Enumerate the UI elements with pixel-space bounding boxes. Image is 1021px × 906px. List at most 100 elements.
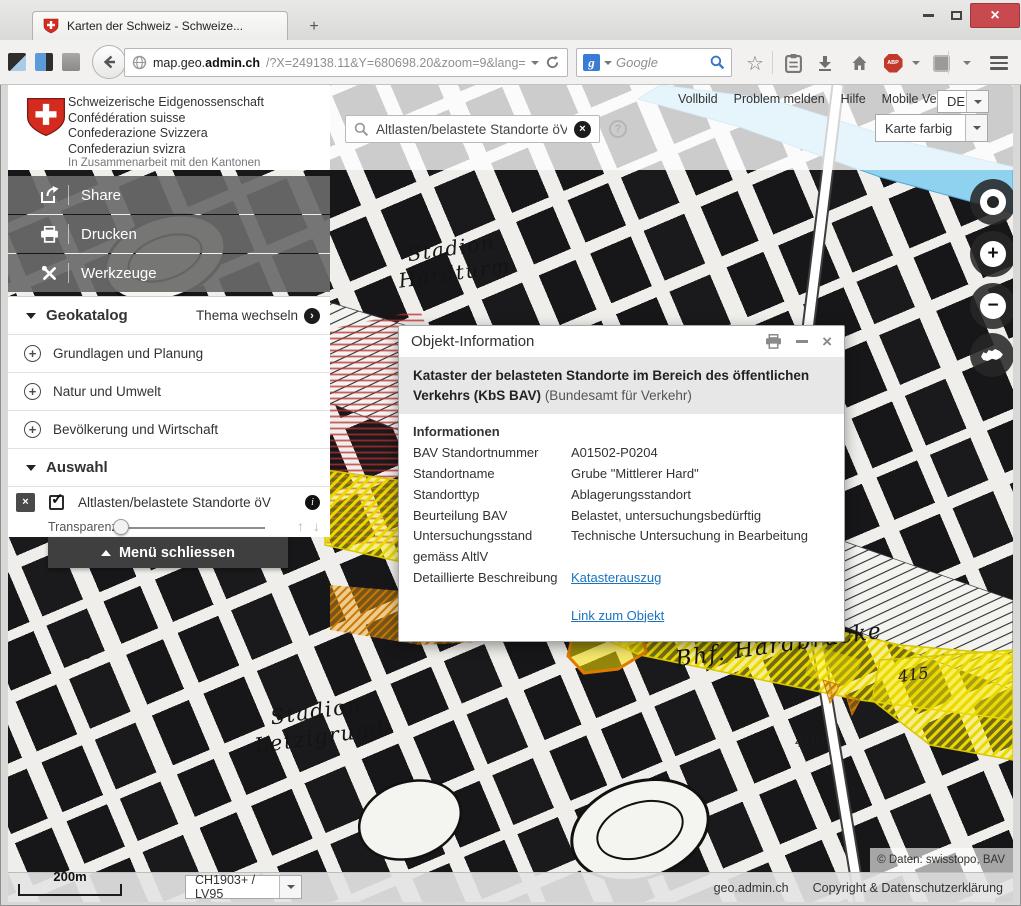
minimize-button[interactable]	[917, 6, 939, 24]
reload-icon[interactable]	[545, 55, 560, 70]
zoom-out-button[interactable]: −	[970, 283, 1013, 329]
maximize-button[interactable]	[945, 6, 967, 24]
scale-bracket	[18, 884, 122, 896]
logo-line-de: Schweizerische Eidgenossenschaft	[68, 95, 264, 111]
object-info-popup: Objekt-Information × Kataster der belast…	[398, 325, 845, 642]
menu-hamburger-icon[interactable]	[986, 50, 1012, 76]
minimize-icon	[923, 14, 934, 17]
search-engine-icon[interactable]: g	[583, 54, 600, 71]
close-icon: ×	[990, 7, 999, 25]
scale-label: 200m	[18, 869, 122, 884]
map-style-value: Karte farbig	[876, 121, 965, 136]
link-hilfe[interactable]: Hilfe	[841, 92, 866, 106]
link-problem-melden[interactable]: Problem melden	[734, 92, 825, 106]
new-tab-button[interactable]: +	[300, 15, 328, 38]
scale-bar: 200m	[18, 869, 122, 896]
projection-select[interactable]: CH1903+ / LV95	[185, 875, 302, 899]
transparency-slider-track[interactable]	[120, 527, 265, 529]
home-icon[interactable]	[846, 50, 872, 76]
triangle-down-icon	[26, 313, 36, 324]
url-bar[interactable]: map.geo.admin.ch /?X=249138.11&Y=680698.…	[124, 48, 568, 77]
logo-line-it: Confederazione Svizzera	[68, 126, 264, 142]
katasterauszug-link[interactable]: Katasterauszug	[571, 568, 830, 589]
map-viewport[interactable]: StadionHardturm Bhf. Hardbrücke StadionL…	[8, 85, 1013, 902]
help-icon[interactable]: ?	[609, 120, 627, 138]
chevron-circle-icon: ›	[304, 308, 320, 324]
expand-plus-icon[interactable]: +	[24, 421, 41, 438]
close-menu-button[interactable]: Menü schliessen	[48, 537, 288, 568]
popup-header[interactable]: Objekt-Information ×	[399, 326, 844, 357]
footer-site-link[interactable]: geo.admin.ch	[714, 881, 789, 895]
sidebar-item-drucken[interactable]: Drucken	[8, 215, 330, 253]
catalog-item-natur[interactable]: + Natur und Umwelt	[8, 373, 330, 411]
clear-search-icon[interactable]: ×	[574, 121, 591, 138]
footer-copyright-link[interactable]: Copyright & Datenschutzerklärung	[813, 881, 1003, 895]
quick-launch-icon-1[interactable]	[8, 53, 26, 71]
link-vollbild[interactable]: Vollbild	[678, 92, 718, 106]
sidebar-item-share[interactable]: Share	[8, 176, 330, 214]
auswahl-header[interactable]: Auswahl	[8, 449, 330, 487]
cooperation-note: In Zusammenarbeit mit den Kantonen	[68, 157, 260, 169]
geokatalog-header[interactable]: Geokatalog Thema wechseln ›	[8, 297, 330, 335]
plus-icon: +	[980, 241, 1006, 267]
dataset-source: (Bundesamt für Verkehr)	[545, 388, 692, 403]
search-engine-dropdown-icon[interactable]	[604, 61, 612, 69]
federal-logo-block: Schweizerische Eidgenossenschaft Confédé…	[8, 85, 330, 170]
popup-body: Informationen BAV StandortnummerA01502-P…	[399, 414, 844, 640]
quick-launch-icon-3[interactable]	[62, 53, 80, 71]
map-style-select[interactable]: Karte farbig	[875, 114, 988, 142]
printer-icon	[38, 226, 60, 243]
title-bar: Karten der Schweiz - Schweize... + ×	[0, 0, 1021, 40]
adblock-dropdown-icon[interactable]	[903, 50, 929, 76]
back-button[interactable]	[92, 45, 126, 79]
object-link[interactable]: Link zum Objekt	[571, 606, 830, 627]
layer-move-down-icon[interactable]: ↓	[313, 518, 320, 534]
bookmarks-panel-icon[interactable]	[780, 50, 806, 76]
close-popup-icon[interactable]: ×	[822, 333, 832, 350]
geolocate-button[interactable]	[970, 179, 1013, 225]
bookmark-star-icon[interactable]: ☆	[742, 50, 768, 76]
minimize-popup-icon[interactable]	[796, 340, 808, 343]
language-select[interactable]: DE	[937, 90, 989, 113]
map-search-box[interactable]: ×	[345, 115, 600, 143]
map-search-input[interactable]	[376, 122, 567, 137]
addon-dropdown-icon[interactable]	[954, 50, 980, 76]
browser-tab[interactable]: Karten der Schweiz - Schweize...	[32, 11, 288, 40]
downloads-icon[interactable]	[812, 50, 838, 76]
info-row: Detaillierte Beschreibung Katasterauszug	[413, 568, 830, 589]
browser-search-input[interactable]	[616, 55, 706, 70]
url-path: /?X=249138.11&Y=680698.20&zoom=9&lang=de…	[266, 56, 525, 70]
theme-switch-link[interactable]: Thema wechseln ›	[196, 308, 320, 324]
transparency-slider-thumb[interactable]	[113, 519, 129, 535]
remove-layer-button[interactable]: ×	[16, 493, 35, 512]
expand-plus-icon[interactable]: +	[24, 383, 41, 400]
logo-line-fr: Confédération suisse	[68, 111, 264, 127]
sidebar-item-werkzeuge[interactable]: Werkzeuge	[8, 254, 330, 292]
zoom-in-button[interactable]: +	[970, 231, 1013, 277]
quick-launch-icon-2[interactable]	[35, 53, 53, 71]
overview-switzerland-button[interactable]	[970, 333, 1013, 377]
url-dropdown-icon[interactable]	[531, 61, 539, 69]
catalog-item-bevoelkerung[interactable]: + Bevölkerung und Wirtschaft	[8, 411, 330, 449]
popup-title: Objekt-Information	[411, 333, 751, 350]
layer-checkbox[interactable]: ✓	[49, 495, 64, 510]
maximize-icon	[951, 11, 962, 20]
catalog-item-grundlagen[interactable]: + Grundlagen und Planung	[8, 335, 330, 373]
geokatalog-title: Geokatalog	[46, 307, 128, 324]
layer-info-icon[interactable]: i	[305, 495, 320, 510]
close-button[interactable]: ×	[970, 3, 1020, 28]
layer-move-up-icon[interactable]: ↑	[297, 518, 304, 534]
print-icon[interactable]	[765, 334, 782, 349]
attribution-text[interactable]: © Daten: swisstopo, BAV	[877, 854, 1005, 866]
map-attribution: © Daten: swisstopo, BAV	[870, 848, 1013, 872]
sidebar-item-label: Werkzeuge	[81, 265, 157, 282]
addon-icon[interactable]	[928, 50, 954, 76]
transparency-label: Transparenz	[48, 520, 118, 534]
expand-plus-icon[interactable]: +	[24, 345, 41, 362]
auswahl-title: Auswahl	[46, 459, 108, 476]
info-row: Link zum Objekt	[413, 606, 830, 627]
browser-search-box[interactable]: g	[576, 48, 732, 77]
info-row: BAV StandortnummerA01502-P0204	[413, 443, 830, 464]
catalog-panel: Geokatalog Thema wechseln › + Grundlagen…	[8, 296, 330, 537]
search-magnifier-icon[interactable]	[710, 55, 725, 70]
